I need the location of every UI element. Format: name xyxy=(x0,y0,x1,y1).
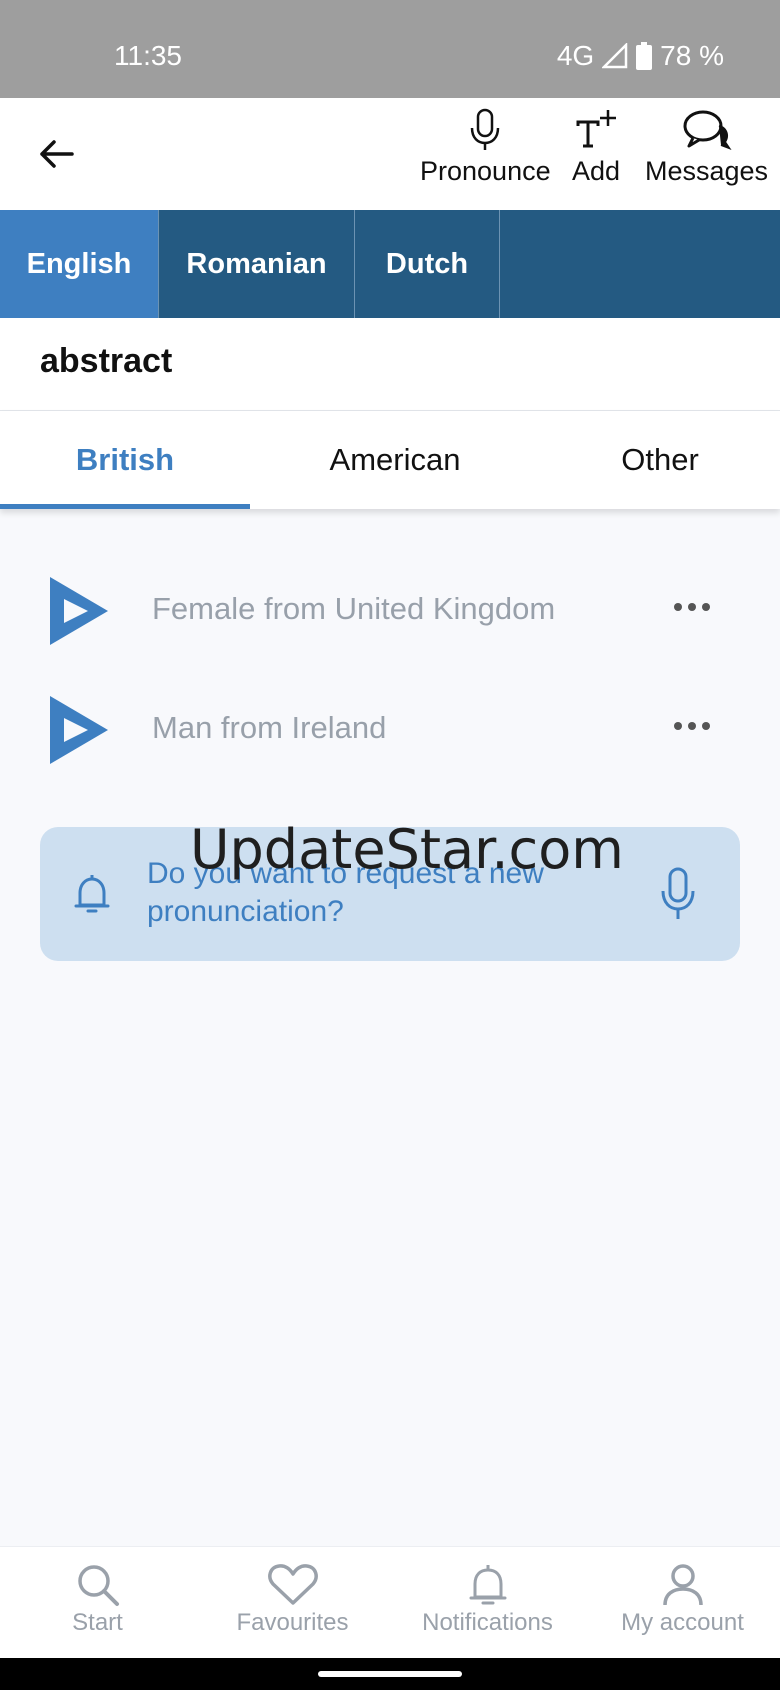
pronunciation-item: Man from Ireland xyxy=(0,674,780,784)
nav-notifications[interactable]: Notifications xyxy=(390,1547,585,1658)
bottom-navigation: Start Favourites Notifications My accoun… xyxy=(0,1546,780,1658)
pronounce-button[interactable]: Pronounce xyxy=(420,108,551,187)
bell-icon xyxy=(469,1565,506,1605)
tab-other[interactable]: Other xyxy=(540,411,780,509)
chat-bubbles-icon xyxy=(683,110,732,151)
battery-icon xyxy=(636,42,653,70)
status-indicators: 4G 78 % xyxy=(557,40,724,72)
nav-start[interactable]: Start xyxy=(0,1547,195,1658)
pronounce-label: Pronounce xyxy=(420,156,551,186)
nav-favourites-label: Favourites xyxy=(236,1609,349,1636)
play-icon[interactable] xyxy=(46,573,112,649)
top-app-bar: Pronounce Add Messages xyxy=(0,98,780,210)
add-text-icon xyxy=(576,110,617,148)
system-navigation-bar xyxy=(0,1658,780,1690)
add-label: Add xyxy=(572,156,621,186)
messages-button[interactable]: Messages xyxy=(645,108,768,187)
tab-romanian[interactable]: Romanian xyxy=(159,210,355,318)
nav-my-account-label: My account xyxy=(621,1609,744,1636)
more-options-icon[interactable] xyxy=(672,597,712,617)
tab-dutch[interactable]: Dutch xyxy=(355,210,500,318)
nav-start-label: Start xyxy=(72,1609,123,1636)
search-icon xyxy=(77,1565,119,1606)
add-button[interactable]: Add xyxy=(572,108,620,187)
language-tabs-filler xyxy=(500,210,780,318)
nav-my-account[interactable]: My account xyxy=(585,1547,780,1658)
request-pronunciation-banner[interactable]: Do you want to request a new pronunciati… xyxy=(40,827,740,961)
tab-american[interactable]: American xyxy=(250,411,540,509)
tab-british[interactable]: British xyxy=(0,411,250,509)
speaker-label: Female from United Kingdom xyxy=(152,591,556,626)
home-gesture-handle[interactable] xyxy=(318,1671,462,1677)
back-button[interactable] xyxy=(30,128,82,180)
word-title: abstract xyxy=(40,342,173,380)
language-tabs: English Romanian Dutch xyxy=(0,210,780,318)
nav-favourites[interactable]: Favourites xyxy=(195,1547,390,1658)
request-text: Do you want to request a new pronunciati… xyxy=(147,857,544,928)
user-icon xyxy=(662,1564,703,1606)
battery-level: 78 % xyxy=(660,40,724,71)
status-time: 11:35 xyxy=(114,40,182,71)
microphone-icon[interactable] xyxy=(660,867,696,921)
play-icon[interactable] xyxy=(46,692,112,768)
speaker-label: Man from Ireland xyxy=(152,710,387,745)
accent-tabs: British American Other xyxy=(0,411,780,509)
more-options-icon[interactable] xyxy=(672,716,712,736)
tab-english[interactable]: English xyxy=(0,210,159,318)
back-arrow-icon xyxy=(40,140,74,168)
signal-icon xyxy=(602,43,628,69)
nav-notifications-label: Notifications xyxy=(422,1609,553,1636)
messages-label: Messages xyxy=(645,156,769,186)
heart-icon xyxy=(267,1564,318,1605)
network-type: 4G xyxy=(556,40,595,71)
bell-icon xyxy=(74,875,110,913)
microphone-icon xyxy=(471,108,500,150)
pronunciation-item: Female from United Kingdom xyxy=(0,555,780,665)
app-screen: 11:35 4G 78 % Pronounce Add Messages Eng… xyxy=(0,0,780,1690)
status-bar: 11:35 4G 78 % xyxy=(0,0,780,98)
word-header: abstract xyxy=(0,318,780,411)
